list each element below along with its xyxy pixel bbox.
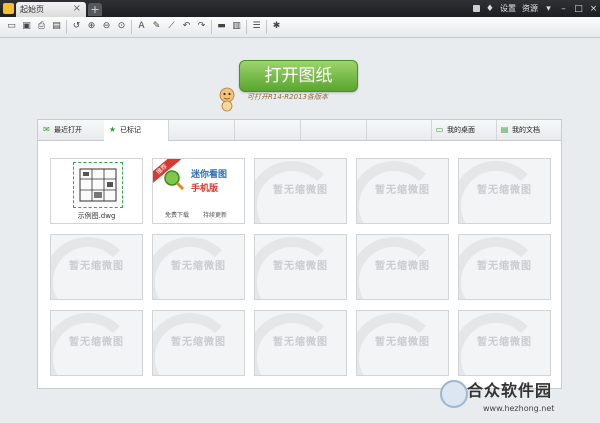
toolbar-separator bbox=[131, 20, 132, 34]
empty-thumb: 暂无缩微图 bbox=[458, 310, 551, 376]
placeholder-text: 暂无缩微图 bbox=[273, 185, 328, 196]
empty-thumb: 暂无缩微图 bbox=[254, 234, 347, 300]
placeholder-text: 暂无缩微图 bbox=[171, 337, 226, 348]
tab-empty[interactable] bbox=[366, 120, 432, 140]
print-icon[interactable]: ⎙ bbox=[36, 21, 47, 32]
toolbar-separator bbox=[211, 20, 212, 34]
skin-icon[interactable]: ♦ bbox=[486, 4, 494, 14]
export-icon[interactable]: ▤ bbox=[51, 21, 62, 32]
toolbar-separator bbox=[266, 20, 267, 34]
mobile-icon[interactable] bbox=[472, 5, 480, 12]
empty-thumb: 暂无缩微图 bbox=[152, 234, 245, 300]
toolbar-separator bbox=[246, 20, 247, 34]
cad-preview-image bbox=[73, 162, 123, 208]
tab-start-page[interactable]: 起始页 × bbox=[16, 2, 86, 17]
tab-documents-label: 我的文档 bbox=[512, 126, 540, 134]
tab-close-icon[interactable]: × bbox=[73, 3, 81, 14]
placeholder-text: 暂无缩微图 bbox=[273, 337, 328, 348]
empty-thumb: 暂无缩微图 bbox=[458, 234, 551, 300]
desktop-icon: ▭ bbox=[435, 125, 444, 134]
sample-drawing-caption: 示例图.dwg bbox=[77, 212, 116, 220]
undo-icon[interactable]: ↶ bbox=[181, 21, 192, 32]
zoom-in-icon[interactable]: ⊕ bbox=[86, 21, 97, 32]
empty-thumb: 暂无缩微图 bbox=[254, 158, 347, 224]
mobile-subtitle: 手机版 bbox=[191, 184, 219, 194]
tab-empty[interactable] bbox=[168, 120, 235, 140]
settings-icon[interactable]: ✱ bbox=[271, 21, 282, 32]
text-icon[interactable]: A bbox=[136, 21, 147, 32]
save-icon[interactable]: ▣ bbox=[21, 21, 32, 32]
empty-thumb: 暂无缩微图 bbox=[356, 158, 449, 224]
star-icon: ★ bbox=[108, 125, 117, 134]
mascot-icon bbox=[219, 87, 235, 112]
placeholder-text: 暂无缩微图 bbox=[375, 261, 430, 272]
free-download-link[interactable]: 免费下载 bbox=[165, 210, 189, 219]
maximize-button[interactable]: □ bbox=[574, 4, 583, 14]
tab-marked-label: 已标记 bbox=[120, 126, 141, 134]
toolbar-separator bbox=[66, 20, 67, 34]
empty-thumb: 暂无缩微图 bbox=[356, 234, 449, 300]
tab-recent-label: 最近打开 bbox=[54, 126, 82, 134]
layer-icon[interactable]: ▥ bbox=[231, 21, 242, 32]
panel-tab-bar: ✉ 最近打开 ★ 已标记 ▭ 我的桌面 ▤ 我的文档 bbox=[38, 120, 561, 141]
placeholder-text: 暂无缩微图 bbox=[273, 261, 328, 272]
placeholder-text: 暂无缩微图 bbox=[171, 261, 226, 272]
mail-icon: ✉ bbox=[43, 125, 50, 134]
placeholder-text: 暂无缩微图 bbox=[69, 261, 124, 272]
layers-icon[interactable]: ☰ bbox=[251, 21, 262, 32]
new-tab-button[interactable]: + bbox=[88, 3, 102, 16]
open-drawing-button[interactable]: 打开图纸 bbox=[239, 60, 358, 92]
placeholder-text: 暂无缩微图 bbox=[375, 337, 430, 348]
open-version-tip: 可打开R14-R2013各版本 bbox=[247, 93, 328, 101]
placeholder-text: 暂无缩微图 bbox=[375, 185, 430, 196]
placeholder-text: 暂无缩微图 bbox=[477, 261, 532, 272]
empty-thumb: 暂无缩微图 bbox=[50, 234, 143, 300]
mobile-app-promo[interactable]: 推荐 迷你看图 手机版 免费下载 持续更新 bbox=[152, 158, 245, 224]
app-logo-icon bbox=[3, 3, 14, 14]
tab-recent[interactable]: ✉ 最近打开 bbox=[38, 120, 105, 140]
placeholder-text: 暂无缩微图 bbox=[69, 337, 124, 348]
rotate-icon[interactable]: ↺ bbox=[71, 21, 82, 32]
empty-thumb: 暂无缩微图 bbox=[50, 310, 143, 376]
sample-drawing-thumb[interactable]: 示例图.dwg bbox=[50, 158, 143, 224]
file-panel: ✉ 最近打开 ★ 已标记 ▭ 我的桌面 ▤ 我的文档 示例图.dwg 推荐 迷你… bbox=[37, 119, 562, 389]
empty-thumb: 暂无缩微图 bbox=[152, 310, 245, 376]
folder-open-icon[interactable]: ▭ bbox=[6, 21, 17, 32]
measure-icon[interactable]: ⟋ bbox=[166, 21, 177, 32]
settings-link[interactable]: 设置 bbox=[500, 3, 516, 14]
empty-thumb: 暂无缩微图 bbox=[458, 158, 551, 224]
minimize-button[interactable]: – bbox=[559, 4, 568, 14]
continuous-update-link[interactable]: 持续更新 bbox=[203, 210, 227, 219]
watermark-brand: 合众软件园 bbox=[467, 381, 553, 400]
watermark-url: www.hezhong.net bbox=[483, 404, 555, 413]
tab-empty[interactable] bbox=[300, 120, 367, 140]
close-button[interactable]: × bbox=[589, 4, 598, 14]
menu-dropdown-button[interactable]: ▾ bbox=[544, 4, 553, 14]
watermark-logo-icon bbox=[440, 380, 468, 408]
zoom-out-icon[interactable]: ⊖ bbox=[101, 21, 112, 32]
title-bar: 起始页 × + ♦ 设置 资源 ▾ – □ × bbox=[0, 0, 600, 17]
empty-thumb: 暂无缩微图 bbox=[254, 310, 347, 376]
tab-desktop-label: 我的桌面 bbox=[447, 126, 475, 134]
tab-marked[interactable]: ★ 已标记 bbox=[104, 120, 169, 141]
ruler-icon[interactable]: ▬ bbox=[216, 21, 227, 32]
tab-label: 起始页 bbox=[20, 5, 44, 14]
tab-desktop[interactable]: ▭ 我的桌面 bbox=[431, 120, 497, 140]
pen-icon[interactable]: ✎ bbox=[151, 21, 162, 32]
tab-empty[interactable] bbox=[234, 120, 301, 140]
document-icon: ▤ bbox=[500, 125, 509, 134]
mobile-title: 迷你看图 bbox=[191, 170, 228, 180]
placeholder-text: 暂无缩微图 bbox=[477, 337, 532, 348]
redo-icon[interactable]: ↷ bbox=[196, 21, 207, 32]
toolbar: ▭ ▣ ⎙ ▤ ↺ ⊕ ⊖ ⊙ A ✎ ⟋ ↶ ↷ ▬ ▥ ☰ ✱ bbox=[0, 17, 600, 38]
resources-link[interactable]: 资源 bbox=[522, 3, 538, 14]
tab-documents[interactable]: ▤ 我的文档 bbox=[496, 120, 561, 140]
placeholder-text: 暂无缩微图 bbox=[477, 185, 532, 196]
zoom-window-icon[interactable]: ⊙ bbox=[116, 21, 127, 32]
magnifier-icon bbox=[164, 170, 185, 191]
window-controls: ♦ 设置 资源 ▾ – □ × bbox=[472, 2, 598, 15]
empty-thumb: 暂无缩微图 bbox=[356, 310, 449, 376]
